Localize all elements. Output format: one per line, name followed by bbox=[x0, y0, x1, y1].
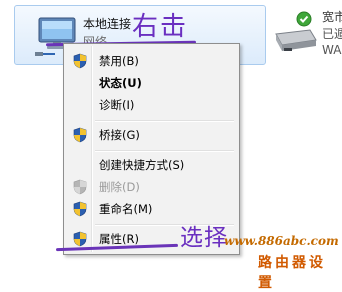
menu-item-diagnose[interactable]: 诊断(I) bbox=[67, 94, 236, 116]
uac-shield-icon bbox=[73, 179, 87, 195]
menu-item-create-shortcut[interactable]: 创建快捷方式(S) bbox=[67, 154, 236, 176]
connection2-type: WA bbox=[322, 43, 342, 57]
menu-item-disable[interactable]: 禁用(B) bbox=[67, 50, 236, 72]
menu-item-bridge[interactable]: 桥接(G) bbox=[67, 124, 236, 146]
broadband-connection-icon bbox=[275, 11, 317, 51]
select-annotation: 选择 bbox=[180, 225, 228, 251]
connection2-status: 已遁 bbox=[322, 27, 342, 41]
uac-shield-icon bbox=[73, 231, 87, 247]
menu-separator bbox=[95, 150, 234, 152]
menu-item-rename[interactable]: 重命名(M) bbox=[67, 198, 236, 220]
uac-shield-icon bbox=[73, 201, 87, 217]
right-click-annotation: 右击 bbox=[132, 12, 189, 42]
uac-shield-icon bbox=[73, 127, 87, 143]
menu-item-label: 诊断(I) bbox=[99, 98, 135, 112]
connection2-name: 宽市 bbox=[322, 10, 342, 24]
watermark-name: 路由器设置 bbox=[258, 255, 326, 291]
watermark-url: www.886abc.com bbox=[224, 234, 339, 248]
menu-item-label: 重命名(M) bbox=[99, 202, 153, 216]
menu-item-label: 删除(D) bbox=[99, 180, 140, 194]
connection-name: 本地连接 bbox=[83, 17, 132, 31]
uac-shield-icon bbox=[73, 53, 87, 69]
menu-separator bbox=[95, 120, 234, 122]
menu-item-delete: 删除(D) bbox=[67, 176, 236, 198]
menu-item-status[interactable]: 状态(U) bbox=[67, 72, 236, 94]
menu-item-label: 禁用(B) bbox=[99, 54, 139, 68]
menu-item-label: 桥接(G) bbox=[99, 128, 140, 142]
menu-item-label: 状态(U) bbox=[99, 76, 142, 90]
menu-item-label: 创建快捷方式(S) bbox=[99, 158, 185, 172]
